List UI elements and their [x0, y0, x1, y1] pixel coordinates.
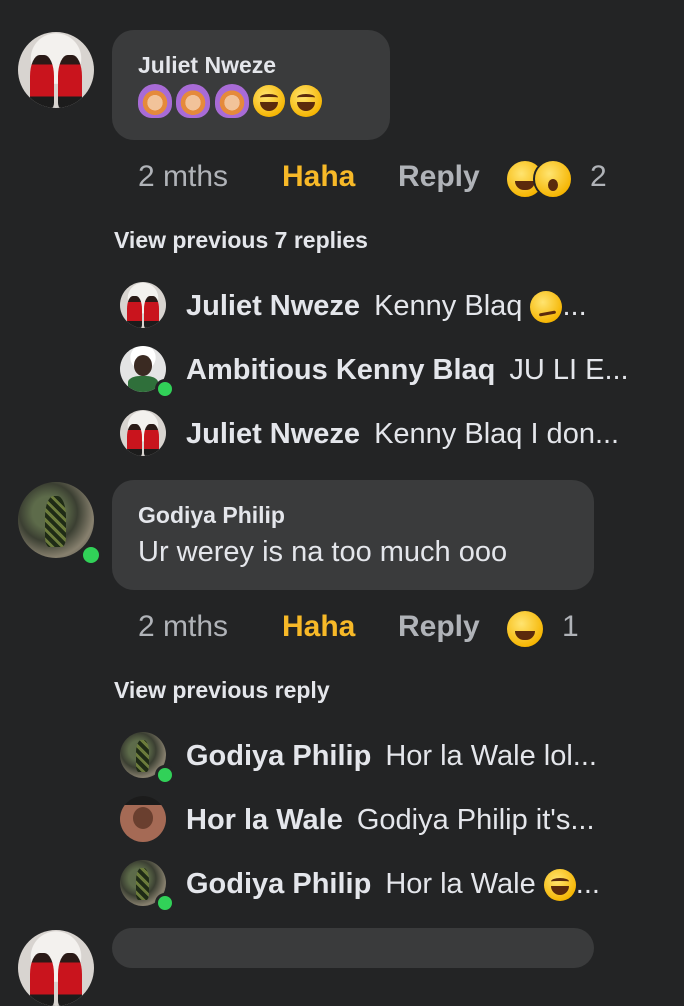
avatar[interactable] [120, 410, 166, 456]
laughing-face-emoji-icon [253, 85, 286, 117]
reply-preview[interactable]: Juliet Nweze Kenny Blaq ... [186, 290, 684, 324]
reply-preview[interactable]: Ambitious Kenny Blaq JU LI E... [186, 354, 684, 387]
comment-emojis [138, 84, 322, 122]
reply-button[interactable]: Reply [398, 610, 480, 644]
reply-author[interactable]: Godiya Philip [186, 868, 371, 900]
person-gesturing-ok-emoji-icon [214, 84, 249, 118]
laughing-face-emoji-icon [289, 85, 322, 117]
reply-preview[interactable]: Godiya Philip Hor la Wale ... [186, 868, 684, 902]
person-gesturing-ok-emoji-icon [176, 84, 211, 118]
reply-author[interactable]: Hor la Wale [186, 804, 343, 836]
avatar[interactable] [120, 796, 166, 842]
reply-author[interactable]: Juliet Nweze [186, 418, 360, 450]
avatar[interactable] [120, 282, 166, 328]
reaction-count[interactable]: 2 [590, 160, 607, 194]
reply-text: Godiya Philip it's... [356, 804, 595, 836]
wow-reaction-icon[interactable] [533, 159, 573, 199]
reply-ellipsis: ... [575, 868, 600, 900]
reply-ellipsis: ... [562, 290, 587, 322]
online-status-indicator [155, 765, 175, 785]
haha-reaction-button[interactable]: Haha [282, 610, 355, 644]
comment-author[interactable]: Juliet Nweze [138, 52, 276, 79]
reply-text: Hor la Wale [385, 868, 544, 900]
online-status-indicator [80, 544, 102, 566]
avatar[interactable] [18, 930, 94, 1006]
reply-button[interactable]: Reply [398, 160, 480, 194]
smirking-face-emoji-icon [530, 291, 563, 324]
haha-reaction-button[interactable]: Haha [282, 160, 355, 194]
comment-text: Ur werey is na too much ooo [138, 536, 508, 568]
comment-bubble: Juliet Nweze [112, 30, 390, 140]
reply-text: Hor la Wale lol... [385, 740, 597, 772]
reply-text: Kenny Blaq I don... [374, 418, 620, 450]
online-status-indicator [155, 893, 175, 913]
view-previous-replies-link[interactable]: View previous 7 replies [114, 227, 368, 254]
reply-text: Kenny Blaq [374, 290, 531, 322]
reply-author[interactable]: Ambitious Kenny Blaq [186, 354, 495, 386]
online-status-indicator [155, 379, 175, 399]
laughing-face-emoji-icon [543, 869, 576, 902]
avatar[interactable] [18, 32, 94, 108]
comment-author[interactable]: Godiya Philip [138, 502, 285, 529]
comment-timestamp[interactable]: 2 mths [138, 160, 228, 194]
comment-bubble [112, 928, 594, 968]
view-previous-replies-link[interactable]: View previous reply [114, 677, 330, 704]
reply-preview[interactable]: Godiya Philip Hor la Wale lol... [186, 740, 684, 773]
comment-bubble: Godiya Philip Ur werey is na too much oo… [112, 480, 594, 590]
reply-preview[interactable]: Hor la Wale Godiya Philip it's... [186, 804, 684, 837]
reply-text: JU LI E... [509, 354, 629, 386]
comment-timestamp[interactable]: 2 mths [138, 610, 228, 644]
reaction-count[interactable]: 1 [562, 610, 579, 644]
person-gesturing-ok-emoji-icon [138, 84, 172, 118]
reply-author[interactable]: Godiya Philip [186, 740, 371, 772]
reply-author[interactable]: Juliet Nweze [186, 290, 360, 322]
reply-preview[interactable]: Juliet Nweze Kenny Blaq I don... [186, 418, 684, 451]
laughing-reaction-icon[interactable] [505, 609, 545, 649]
